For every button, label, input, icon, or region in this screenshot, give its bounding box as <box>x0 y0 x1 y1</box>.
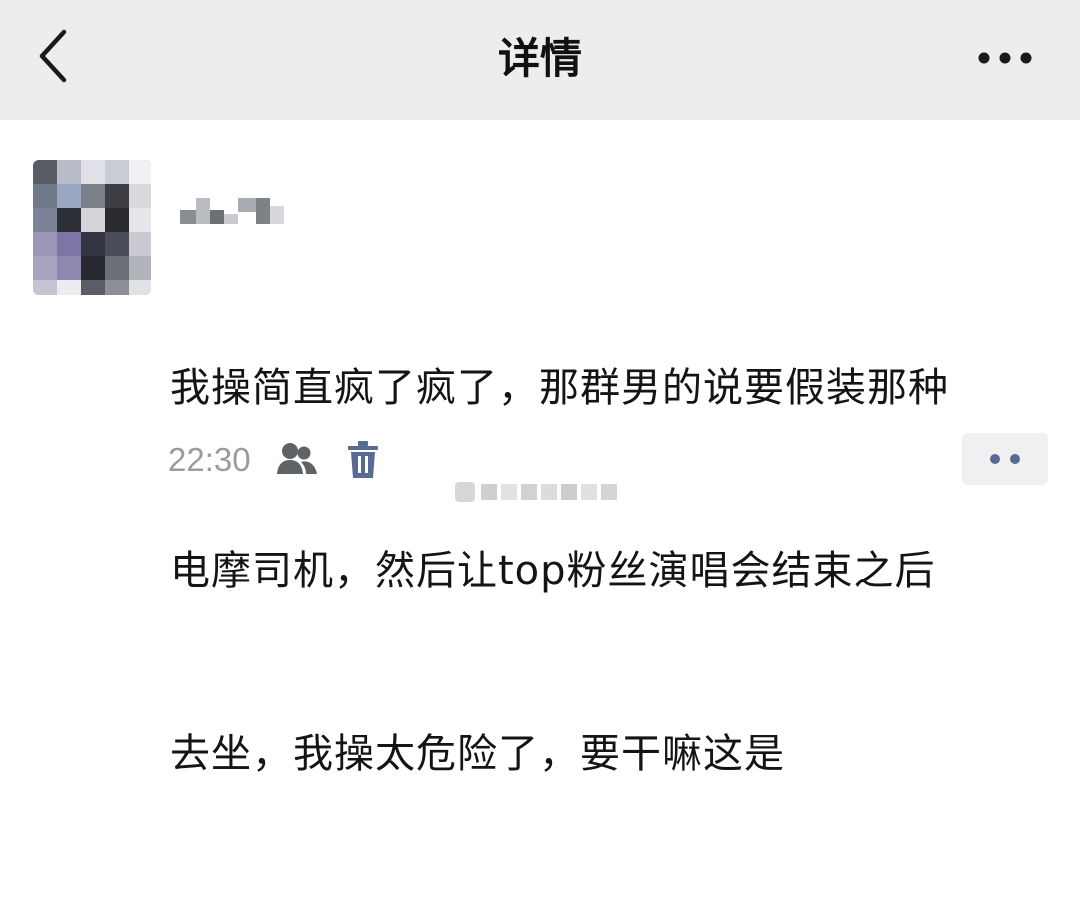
username[interactable] <box>172 188 292 228</box>
chevron-left-icon <box>39 29 67 83</box>
two-dots-icon <box>990 454 1020 464</box>
avatar[interactable] <box>33 160 151 295</box>
comment-like-button[interactable] <box>962 433 1048 485</box>
post-timestamp: 22:30 <box>168 441 251 478</box>
pixelated-avatar-image <box>33 160 151 295</box>
more-button[interactable] <box>970 38 1040 78</box>
trash-icon[interactable] <box>344 440 382 480</box>
post-content: 我操简直疯了疯了，那群男的说要假装那种 电摩司机，然后让top粉丝演唱会结束之后… <box>170 236 1050 907</box>
post-content-line: 电摩司机，然后让top粉丝演唱会结束之后 <box>170 548 936 594</box>
more-dots-icon <box>978 52 1032 64</box>
page-title: 详情 <box>497 34 582 83</box>
pixelated-username-image <box>180 198 284 224</box>
post-content-line: 我操简直疯了疯了，那群男的说要假装那种 <box>170 365 949 411</box>
moment-post: 我操简直疯了疯了，那群男的说要假装那种 电摩司机，然后让top粉丝演唱会结束之后… <box>0 120 1080 777</box>
friends-icon <box>275 440 321 478</box>
navigation-bar: 详情 <box>0 0 1080 120</box>
post-content-line: 去坐，我操太危险了，要干嘛这是 <box>170 731 785 777</box>
watermark <box>455 476 635 506</box>
back-button[interactable] <box>30 22 80 92</box>
